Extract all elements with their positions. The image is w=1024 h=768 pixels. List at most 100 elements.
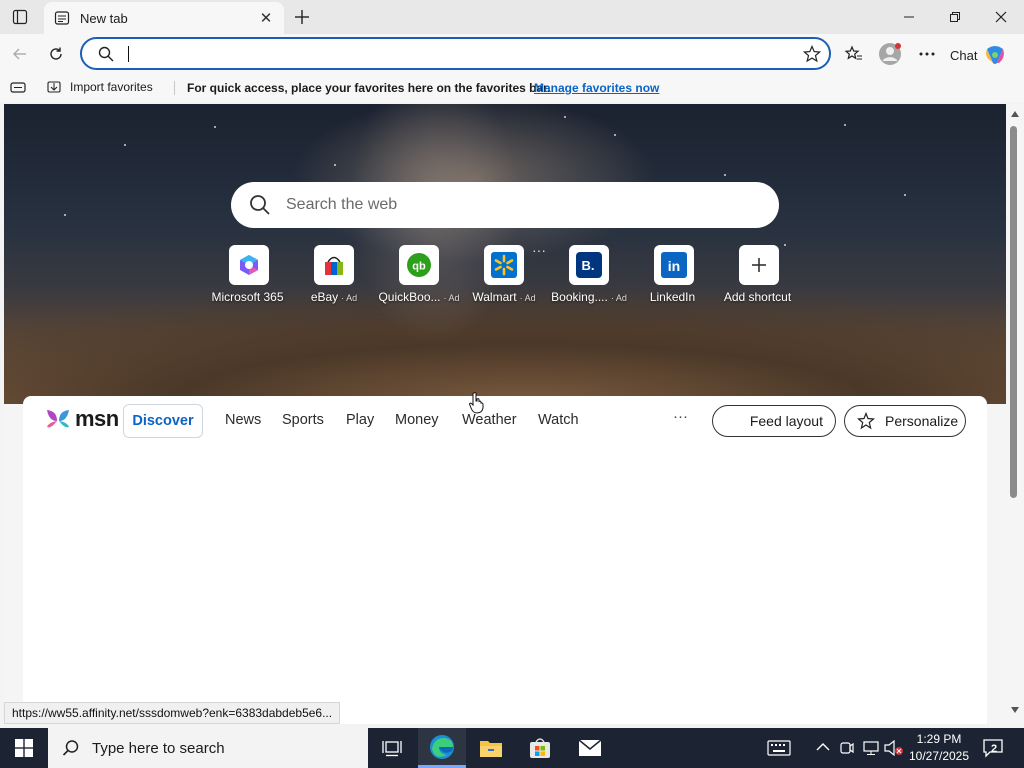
system-clock[interactable]: 1:29 PM 10/27/2025 xyxy=(902,731,976,765)
quickbooks-icon: qb xyxy=(407,253,431,277)
clock-date: 10/27/2025 xyxy=(908,749,970,763)
shortcut-label: Add shortcut xyxy=(723,290,792,304)
shortcut-tile xyxy=(739,245,779,285)
ebay-icon xyxy=(325,256,343,275)
taskbar-microsoft-store[interactable] xyxy=(516,728,564,768)
import-icon xyxy=(47,81,61,93)
plus-icon xyxy=(752,258,766,272)
personalize-label: Personalize xyxy=(885,413,959,429)
tab-watch[interactable]: Watch xyxy=(538,412,579,428)
shortcut-tile xyxy=(229,245,269,285)
tab-money[interactable]: Money xyxy=(395,412,439,428)
web-search-box[interactable]: Search the web xyxy=(231,182,779,228)
sidebar-toggle-icon[interactable] xyxy=(10,81,26,95)
search-icon xyxy=(98,46,114,62)
more-horizontal-icon xyxy=(919,52,935,56)
linkedin-icon: in xyxy=(661,252,687,278)
favorite-star-icon[interactable] xyxy=(803,45,821,63)
meet-now-icon[interactable] xyxy=(840,740,854,756)
sparkle-star-icon xyxy=(857,412,875,430)
clock-time: 1:29 PM xyxy=(916,732,962,746)
tab-new-tab[interactable]: New tab ✕ xyxy=(44,2,284,34)
tab-actions-button[interactable] xyxy=(6,5,34,29)
shortcut-tile: B. xyxy=(569,245,609,285)
notification-center-button[interactable]: 2 xyxy=(982,737,1004,759)
ad-badge: · Ad xyxy=(610,293,627,303)
new-tab-button[interactable] xyxy=(290,5,314,29)
shortcut-more-options-icon[interactable]: ··· xyxy=(532,242,546,258)
shortcut-quickbooks[interactable]: qb QuickBoo... · Ad xyxy=(377,245,461,304)
minimize-icon xyxy=(904,16,914,18)
close-window-button[interactable] xyxy=(978,0,1024,34)
folder-icon xyxy=(480,741,502,757)
profile-button[interactable] xyxy=(876,40,904,68)
personalize-button[interactable]: Personalize xyxy=(844,405,966,437)
settings-more-button[interactable] xyxy=(913,40,941,68)
import-favorites-button[interactable]: Import favorites xyxy=(46,79,153,95)
task-view-button[interactable] xyxy=(368,728,416,768)
text-caret xyxy=(128,46,129,62)
profile-avatar-icon xyxy=(879,43,901,65)
store-bag-icon xyxy=(530,738,550,758)
ad-badge: · Ad xyxy=(341,293,358,303)
windows-logo-icon xyxy=(15,739,33,757)
refresh-button[interactable] xyxy=(42,40,70,68)
tab-weather[interactable]: Weather xyxy=(462,412,517,428)
new-tab-page-icon xyxy=(54,11,70,25)
taskbar-file-explorer[interactable] xyxy=(467,728,515,768)
copilot-icon xyxy=(986,46,1005,64)
favorites-bar: Import favorites For quick access, place… xyxy=(0,74,1024,102)
tab-play[interactable]: Play xyxy=(346,412,374,428)
tab-sports[interactable]: Sports xyxy=(282,412,324,428)
more-tabs-button[interactable]: ··· xyxy=(673,408,688,425)
copilot-chat-button[interactable]: Chat xyxy=(950,41,1016,69)
address-bar[interactable] xyxy=(80,37,831,70)
close-icon xyxy=(995,11,1007,23)
msn-feed-panel: msn Discover News Sports Play Money Weat… xyxy=(23,396,987,724)
chevron-up-icon[interactable] xyxy=(816,742,830,752)
shortcut-microsoft-365[interactable]: Microsoft 365 xyxy=(207,245,291,304)
task-view-icon xyxy=(382,741,402,757)
scroll-down-icon[interactable] xyxy=(1010,706,1020,714)
svg-text:B.: B. xyxy=(582,258,595,273)
msn-logo[interactable]: msn xyxy=(45,406,119,432)
new-tab-page: Search the web Microsoft 365 eBay · Ad qb… xyxy=(4,104,1006,724)
tab-news[interactable]: News xyxy=(225,412,261,428)
shortcut-booking[interactable]: B. Booking.... · Ad xyxy=(547,245,631,304)
edge-icon xyxy=(430,734,454,759)
shortcut-add[interactable]: Add shortcut xyxy=(717,245,801,304)
back-button[interactable] xyxy=(6,40,34,68)
manage-favorites-link[interactable]: Manage favorites now xyxy=(534,81,659,95)
taskbar-search-placeholder: Type here to search xyxy=(92,739,225,757)
close-tab-icon[interactable]: ✕ xyxy=(258,10,274,27)
taskbar-search-box[interactable]: Type here to search xyxy=(48,728,368,768)
scroll-up-icon[interactable] xyxy=(1010,110,1020,118)
shortcut-label: Booking.... xyxy=(551,290,608,304)
shortcut-linkedin[interactable]: in LinkedIn xyxy=(632,245,716,304)
msn-butterfly-icon xyxy=(47,410,69,428)
start-button[interactable] xyxy=(0,728,48,768)
shortcut-ebay[interactable]: eBay · Ad xyxy=(292,245,376,304)
feed-layout-button[interactable]: Feed layout xyxy=(712,405,836,437)
mail-icon xyxy=(578,739,602,756)
status-bar-url: https://ww55.affinity.net/sssdomweb?enk=… xyxy=(4,702,341,724)
restore-icon xyxy=(950,12,960,22)
shortcut-tile xyxy=(484,245,524,285)
favorites-button[interactable] xyxy=(840,40,868,68)
scrollbar-thumb[interactable] xyxy=(1010,126,1017,498)
shortcut-tile xyxy=(314,245,354,285)
shortcut-label: QuickBoo... xyxy=(378,290,441,304)
address-input[interactable] xyxy=(128,44,768,64)
msn-wordmark: msn xyxy=(75,406,119,431)
keyboard-icon[interactable] xyxy=(767,740,791,756)
taskbar-mail[interactable] xyxy=(566,728,614,768)
network-icon[interactable] xyxy=(862,740,880,756)
restore-button[interactable] xyxy=(932,0,978,34)
vertical-scrollbar[interactable] xyxy=(1006,104,1024,724)
taskbar-edge[interactable] xyxy=(418,728,466,768)
minimize-button[interactable] xyxy=(886,0,932,34)
import-favorites-label: Import favorites xyxy=(70,80,153,94)
volume-muted-icon[interactable] xyxy=(884,740,904,756)
tab-discover[interactable]: Discover xyxy=(123,404,203,438)
microsoft-365-icon xyxy=(240,255,258,275)
